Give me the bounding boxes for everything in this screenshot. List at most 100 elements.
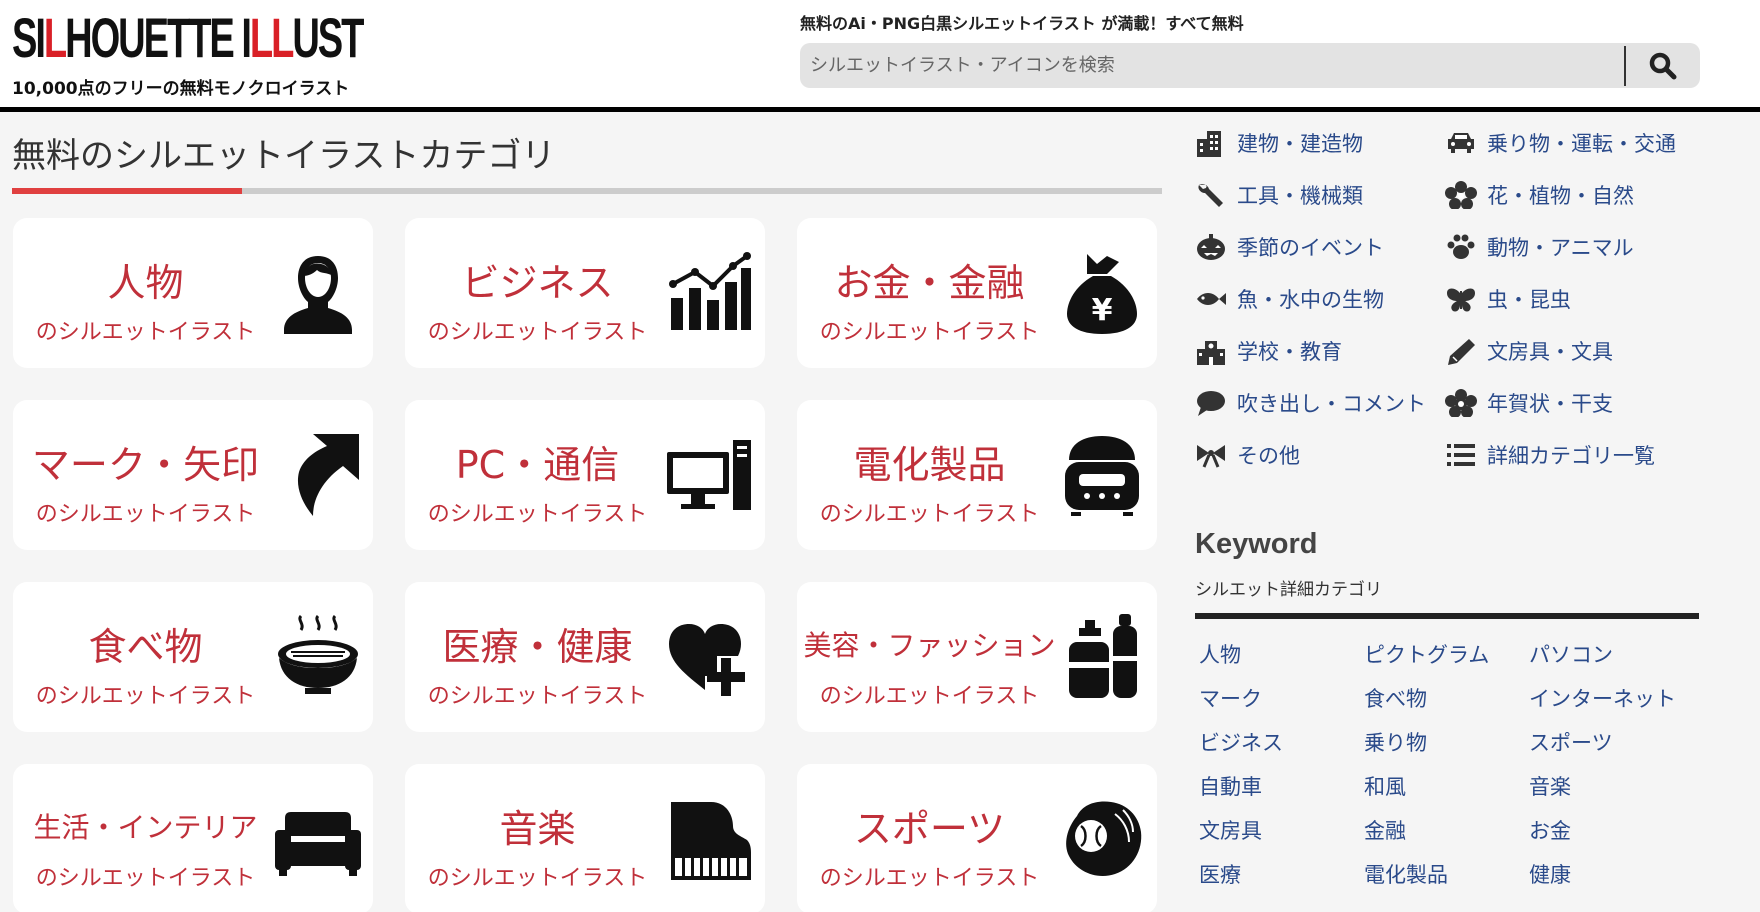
keyword-link[interactable]: ピクトグラム <box>1364 640 1529 670</box>
ribbon-icon <box>1197 445 1225 468</box>
sidebar-item-label: 建物・建造物 <box>1237 132 1363 156</box>
sidebar-item-all-categories[interactable]: 詳細カテゴリ一覧 <box>1445 440 1695 470</box>
rice-cooker-icon <box>1065 436 1139 516</box>
keyword-link[interactable]: 電化製品 <box>1364 860 1529 890</box>
card-subtitle: のシルエットイラスト <box>819 866 1040 891</box>
sidebar-item-animal[interactable]: 動物・アニマル <box>1445 232 1695 262</box>
card-subtitle: のシルエットイラスト <box>819 684 1040 709</box>
baseball-glove-icon <box>1066 801 1142 876</box>
search-bar <box>800 43 1700 88</box>
category-card-music[interactable]: 音楽 のシルエットイラスト <box>405 764 765 912</box>
sidebar-item-label: 季節のイベント <box>1237 236 1384 260</box>
search-button[interactable] <box>1626 43 1700 88</box>
sidebar-item-other[interactable]: その他 <box>1195 440 1445 470</box>
keyword-link[interactable]: 音楽 <box>1529 772 1699 802</box>
sidebar-item-fish[interactable]: 魚・水中の生物 <box>1195 284 1445 314</box>
card-subtitle: のシルエットイラスト <box>819 502 1040 527</box>
keyword-link[interactable]: 和風 <box>1364 772 1529 802</box>
sidebar-item-stationery[interactable]: 文房具・文具 <box>1445 336 1695 366</box>
pen-icon <box>1448 339 1475 365</box>
keyword-link[interactable]: 文房具 <box>1199 816 1364 846</box>
card-title: PC・通信 <box>455 443 620 487</box>
page-title: 無料のシルエットイラストカテゴリ <box>12 136 556 176</box>
keyword-link[interactable]: 医療 <box>1199 860 1364 890</box>
keyword-link[interactable]: 食べ物 <box>1364 684 1529 714</box>
keyword-link[interactable]: マーク <box>1199 684 1364 714</box>
category-card-life[interactable]: 生活・インテリア のシルエットイラスト <box>13 764 373 912</box>
sidebar-item-season[interactable]: 季節のイベント <box>1195 232 1445 262</box>
card-subtitle: のシルエットイラスト <box>35 866 256 891</box>
arrow-icon <box>297 434 359 516</box>
category-card-person[interactable]: 人物 のシルエットイラスト <box>13 218 373 368</box>
search-input[interactable] <box>800 43 1622 88</box>
category-card-appliance[interactable]: 電化製品 のシルエットイラスト <box>797 400 1157 550</box>
sidebar-item-label: 学校・教育 <box>1237 340 1342 364</box>
sidebar-item-vehicle[interactable]: 乗り物・運転・交通 <box>1445 128 1695 158</box>
card-title: 音楽 <box>499 807 576 851</box>
cosmetics-icon <box>1069 614 1137 698</box>
keyword-link[interactable]: スポーツ <box>1529 728 1699 758</box>
card-subtitle: のシルエットイラスト <box>35 502 256 527</box>
wrench-icon <box>1198 184 1223 207</box>
sidebar-item-insect[interactable]: 虫・昆虫 <box>1445 284 1695 314</box>
category-card-beauty[interactable]: 美容・ファッション のシルエットイラスト <box>797 582 1157 732</box>
keyword-subheading: シルエット詳細カテゴリ <box>1195 580 1382 600</box>
bar-chart-icon <box>669 252 751 330</box>
sidebar-item-speech[interactable]: 吹き出し・コメント <box>1195 388 1445 418</box>
category-card-business[interactable]: ビジネス のシルエットイラスト <box>405 218 765 368</box>
category-card-money[interactable]: お金・金融 のシルエットイラスト ¥ <box>797 218 1157 368</box>
header-tagline: 無料のAi・PNG白黒シルエットイラスト が満載！すべて無料 <box>800 14 1244 33</box>
category-card-mark[interactable]: マーク・矢印 のシルエットイラスト <box>13 400 373 550</box>
card-title: 生活・インテリア <box>33 811 258 844</box>
list-icon <box>1447 444 1475 466</box>
svg-text:¥: ¥ <box>1092 293 1113 328</box>
keyword-link[interactable]: お金 <box>1529 816 1699 846</box>
category-card-food[interactable]: 食べ物 のシルエットイラスト <box>13 582 373 732</box>
card-subtitle: のシルエットイラスト <box>427 502 648 527</box>
keyword-link[interactable]: パソコン <box>1529 640 1699 670</box>
card-title: 医療・健康 <box>442 625 633 669</box>
site-logo[interactable]: SILHOUETTE ILLUST 10,000点のフリーの無料モノクロイラスト <box>12 8 527 100</box>
card-subtitle: のシルエットイラスト <box>819 320 1040 345</box>
category-card-pc[interactable]: PC・通信 のシルエットイラスト <box>405 400 765 550</box>
sidebar-item-building[interactable]: 建物・建造物 <box>1195 128 1445 158</box>
sidebar-item-label: 乗り物・運転・交通 <box>1487 132 1676 156</box>
card-subtitle: のシルエットイラスト <box>427 684 648 709</box>
sidebar-item-label: 魚・水中の生物 <box>1237 288 1384 312</box>
fish-icon <box>1197 293 1226 305</box>
keyword-link[interactable]: インターネット <box>1529 684 1699 714</box>
keyword-link[interactable]: 自動車 <box>1199 772 1364 802</box>
card-title: お金・金融 <box>834 261 1025 305</box>
card-title: 人物 <box>107 261 184 305</box>
sidebar-item-label: 動物・アニマル <box>1487 236 1634 260</box>
car-icon <box>1448 133 1474 153</box>
sidebar-item-nature[interactable]: 花・植物・自然 <box>1445 180 1695 210</box>
sidebar-item-label: 吹き出し・コメント <box>1237 392 1426 416</box>
category-card-sports[interactable]: スポーツ のシルエットイラスト <box>797 764 1157 912</box>
site-header: SILHOUETTE ILLUST 10,000点のフリーの無料モノクロイラスト… <box>0 0 1760 112</box>
sidebar-item-label: 年賀状・干支 <box>1487 392 1613 416</box>
butterfly-icon <box>1447 288 1475 312</box>
keyword-link[interactable]: 金融 <box>1364 816 1529 846</box>
speech-bubble-icon <box>1197 391 1225 416</box>
sidebar-item-school[interactable]: 学校・教育 <box>1195 336 1445 366</box>
sidebar-item-label: 工具・機械類 <box>1237 184 1363 208</box>
keyword-link[interactable]: 健康 <box>1529 860 1699 890</box>
keyword-link[interactable]: 乗り物 <box>1364 728 1529 758</box>
sidebar-item-label: 文房具・文具 <box>1487 340 1613 364</box>
sidebar-item-newyear[interactable]: 年賀状・干支 <box>1445 388 1695 418</box>
card-title: スポーツ <box>853 807 1006 851</box>
sidebar-item-label: 詳細カテゴリ一覧 <box>1487 444 1655 468</box>
sidebar-item-tools[interactable]: 工具・機械類 <box>1195 180 1445 210</box>
school-icon <box>1197 341 1225 365</box>
computer-icon <box>667 440 751 510</box>
card-subtitle: のシルエットイラスト <box>427 866 648 891</box>
keyword-link[interactable]: ビジネス <box>1199 728 1364 758</box>
money-bag-icon: ¥ <box>1067 254 1137 334</box>
sidebar-item-label: 虫・昆虫 <box>1487 288 1571 312</box>
category-card-medical[interactable]: 医療・健康 のシルエットイラスト <box>405 582 765 732</box>
keyword-link[interactable]: 人物 <box>1199 640 1364 670</box>
card-subtitle: のシルエットイラスト <box>35 320 256 345</box>
piano-icon <box>671 802 751 880</box>
ramen-bowl-icon <box>278 614 358 694</box>
